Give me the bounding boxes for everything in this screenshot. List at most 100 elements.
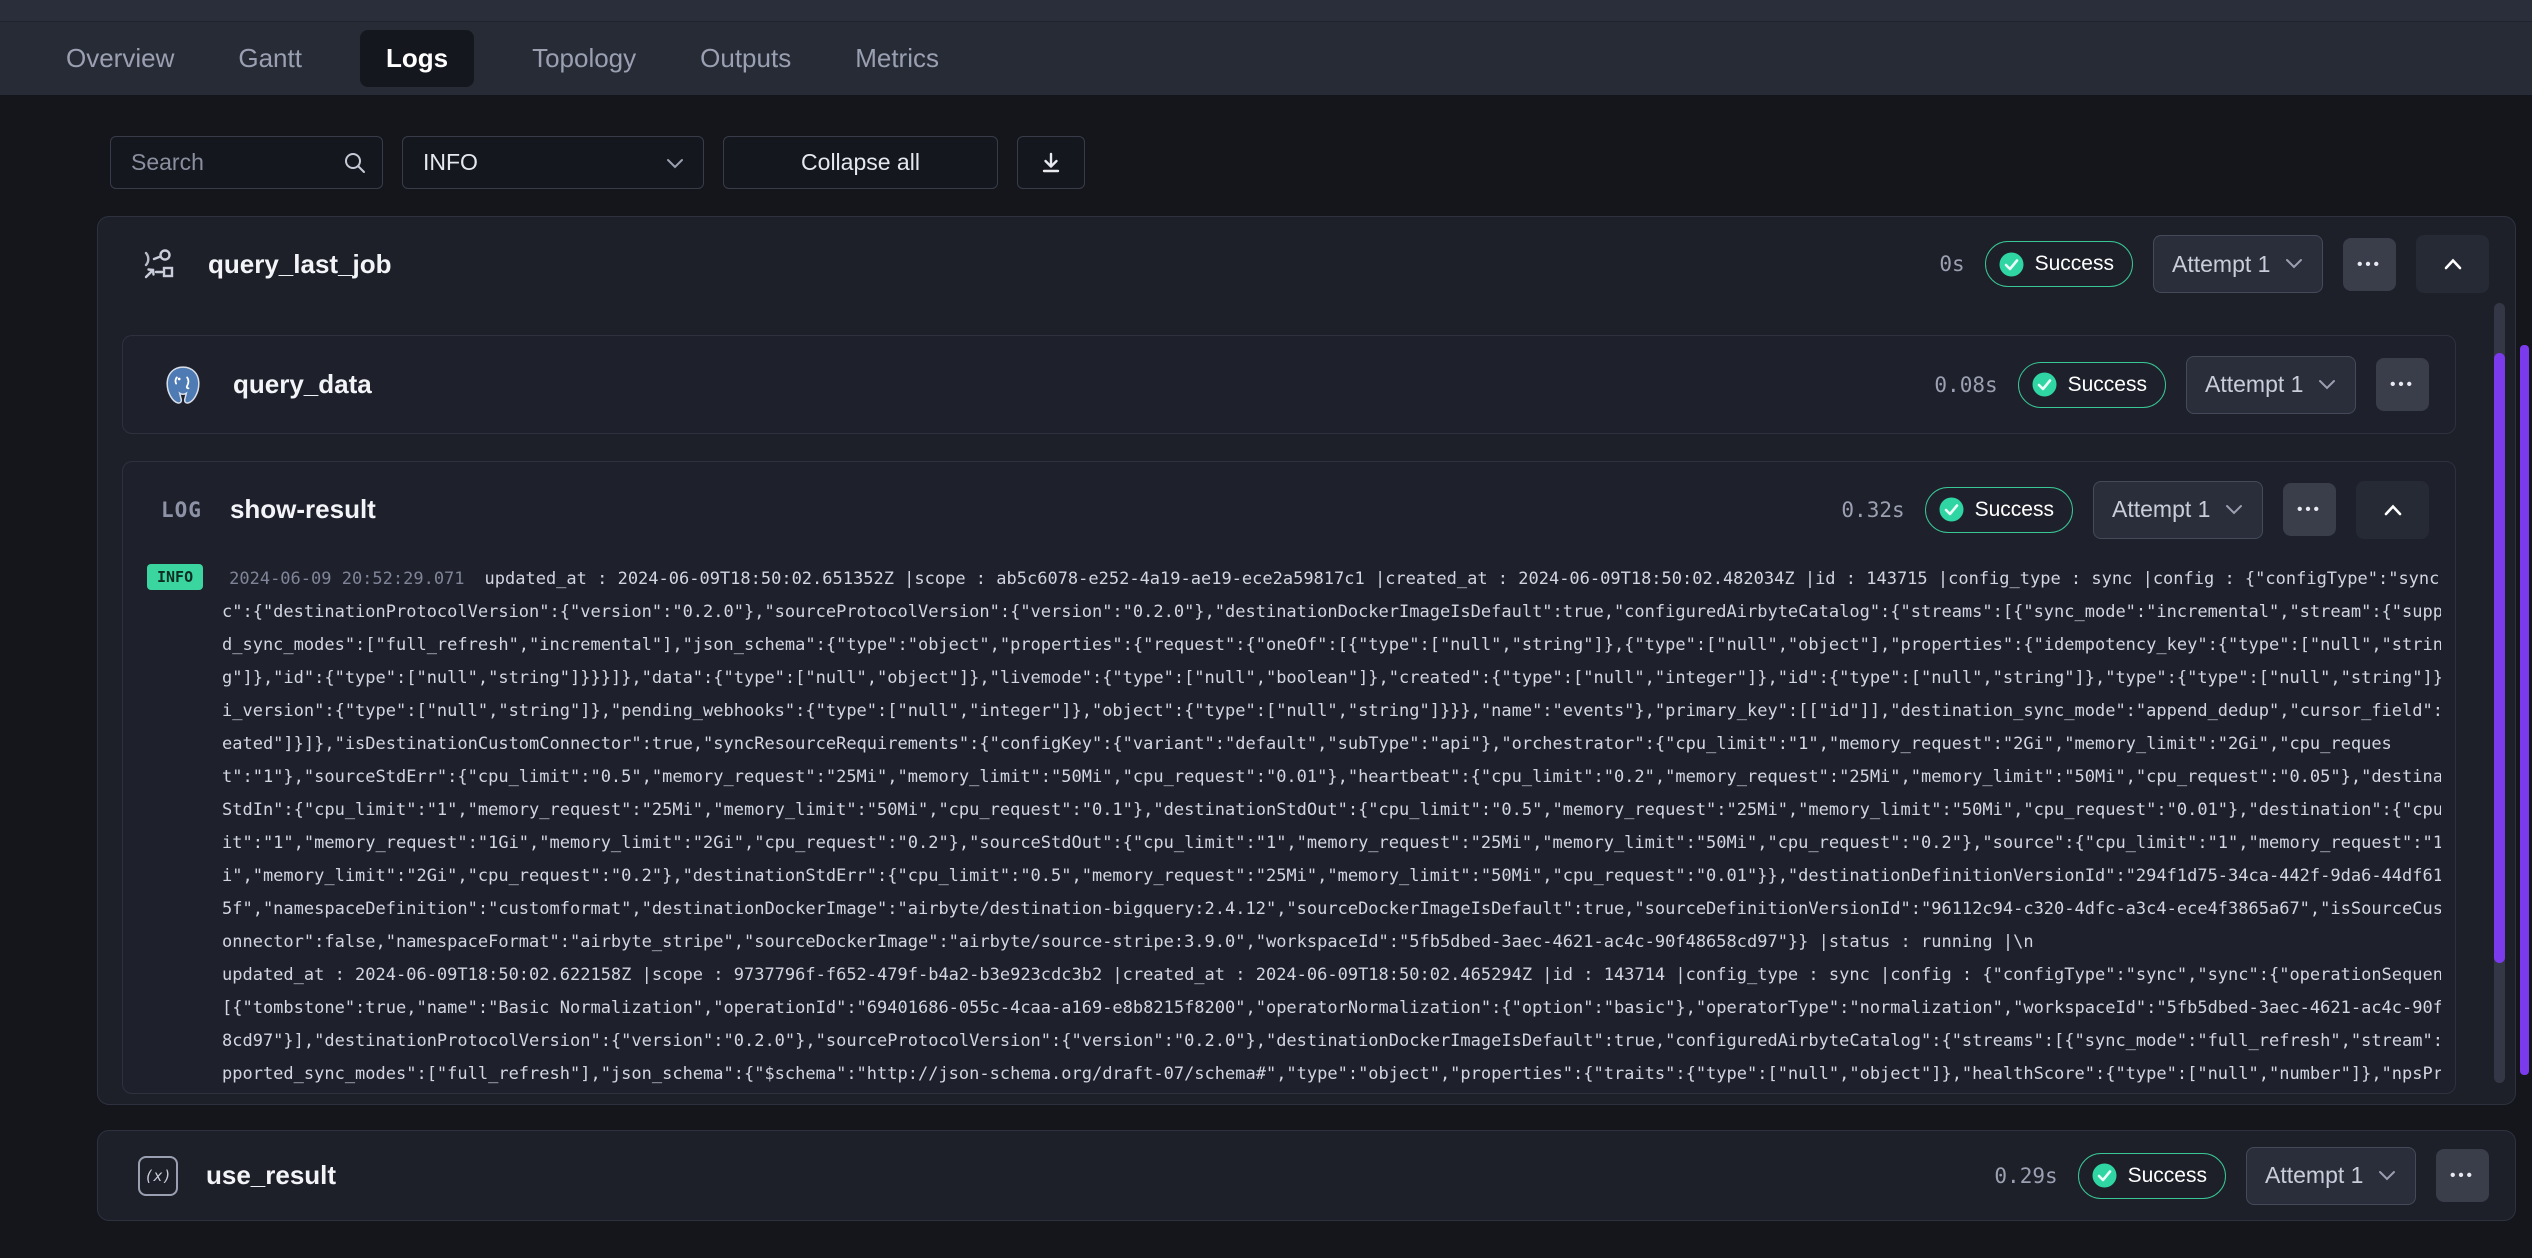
panel-header-query-last-job: query_last_job 0s Success Attempt 1 ••• <box>98 217 2515 311</box>
tab-gantt[interactable]: Gantt <box>232 30 308 87</box>
log-text: pported_sync_modes":["full_refresh"],"js… <box>222 1064 2441 1084</box>
tab-metrics[interactable]: Metrics <box>849 30 945 87</box>
log-line: d_sync_modes":["full_refresh","increment… <box>147 629 2441 662</box>
attempt-value: Attempt 1 <box>2172 251 2270 278</box>
log-line: [{"tombstone":true,"name":"Basic Normali… <box>147 992 2441 1025</box>
search-icon <box>342 150 368 176</box>
check-circle-icon <box>1938 496 1965 523</box>
ellipsis-icon: ••• <box>2390 376 2415 393</box>
attempt-value: Attempt 1 <box>2205 371 2303 398</box>
chevron-down-icon <box>2222 502 2246 518</box>
search-input-box[interactable] <box>110 136 383 189</box>
log-text: it":"1","memory_request":"1Gi","memory_l… <box>222 833 2441 853</box>
log-level-filter[interactable]: INFO <box>402 136 704 189</box>
attempt-value: Attempt 1 <box>2265 1162 2363 1189</box>
status-text: Success <box>2068 373 2147 397</box>
window-top-strip <box>0 0 2532 22</box>
panel-scrollbar-thumb[interactable] <box>2494 353 2505 963</box>
ellipsis-icon: ••• <box>2297 501 2322 518</box>
attempt-value: Attempt 1 <box>2112 496 2210 523</box>
log-line: 5f","namespaceDefinition":"customformat"… <box>147 893 2441 926</box>
attempt-select[interactable]: Attempt 1 <box>2246 1147 2416 1205</box>
tab-outputs[interactable]: Outputs <box>694 30 797 87</box>
more-options-button[interactable]: ••• <box>2376 358 2429 411</box>
log-text: 5f","namespaceDefinition":"customformat"… <box>222 899 2441 919</box>
panel-title: query_last_job <box>208 249 392 280</box>
log-text: c":{"destinationProtocolVersion":{"versi… <box>222 602 2441 622</box>
log-line: g"]},"id":{"type":["null","string"]}}}]}… <box>147 662 2441 695</box>
collapse-all-label: Collapse all <box>801 149 920 176</box>
top-nav: Overview Gantt Logs Topology Outputs Met… <box>0 0 2532 95</box>
postgresql-icon <box>161 363 205 407</box>
log-line-list: INFO2024-06-09 20:52:29.071updated_at : … <box>147 563 2441 1093</box>
log-line: erCount":{"type":["null","integer"]},"ac… <box>147 1091 2441 1093</box>
tab-topology[interactable]: Topology <box>526 30 642 87</box>
page-scrollbar-thumb[interactable] <box>2520 345 2529 1075</box>
duration-label: 0.08s <box>1934 373 1997 397</box>
status-badge: Success <box>1925 487 2073 533</box>
status-badge: Success <box>2078 1153 2226 1199</box>
more-options-button[interactable]: ••• <box>2436 1149 2489 1202</box>
function-icon: (x) <box>138 1156 178 1196</box>
task-panel-use-result: (x) use_result 0.29s Success Attempt 1 •… <box>97 1130 2516 1221</box>
tab-overview[interactable]: Overview <box>60 30 180 87</box>
log-text: i_version":{"type":["null","string"]},"p… <box>222 701 2441 721</box>
function-icon-label: (x) <box>144 1167 171 1185</box>
check-circle-icon <box>2031 371 2058 398</box>
log-text: g"]},"id":{"type":["null","string"]}}}]}… <box>222 668 2441 688</box>
more-options-button[interactable]: ••• <box>2283 483 2336 536</box>
duration-label: 0.29s <box>1994 1164 2057 1188</box>
download-logs-button[interactable] <box>1017 136 1085 189</box>
attempt-select[interactable]: Attempt 1 <box>2186 356 2356 414</box>
log-line: onnector":false,"namespaceFormat":"airby… <box>147 926 2441 959</box>
status-text: Success <box>2035 252 2114 276</box>
panel-title: query_data <box>233 369 372 400</box>
download-icon <box>1038 150 1064 176</box>
collapse-all-button[interactable]: Collapse all <box>723 136 998 189</box>
status-badge: Success <box>1985 241 2133 287</box>
log-timestamp: 2024-06-09 20:52:29.071 <box>229 569 464 589</box>
collapse-panel-button[interactable] <box>2416 235 2489 293</box>
log-line: updated_at : 2024-06-09T18:50:02.622158Z… <box>147 959 2441 992</box>
log-text: i","memory_limit":"2Gi","cpu_request":"0… <box>222 866 2441 886</box>
log-type-icon: LOG <box>161 498 202 522</box>
chevron-down-icon <box>2315 377 2339 393</box>
duration-label: 0s <box>1939 252 1964 276</box>
workflow-icon <box>138 243 180 285</box>
more-options-button[interactable]: ••• <box>2343 238 2396 291</box>
log-text: d_sync_modes":["full_refresh","increment… <box>222 635 2441 655</box>
attempt-select[interactable]: Attempt 1 <box>2153 235 2323 293</box>
collapse-panel-button[interactable] <box>2356 481 2429 539</box>
task-panel-show-result: LOG show-result 0.32s Success Attempt 1 … <box>122 461 2456 1094</box>
log-line: it":"1","memory_request":"1Gi","memory_l… <box>147 827 2441 860</box>
log-line: c":{"destinationProtocolVersion":{"versi… <box>147 596 2441 629</box>
log-text: 8cd97"}],"destinationProtocolVersion":{"… <box>222 1031 2441 1051</box>
chevron-down-icon <box>2375 1168 2399 1184</box>
log-text: [{"tombstone":true,"name":"Basic Normali… <box>222 998 2441 1018</box>
chevron-up-icon <box>2380 501 2406 519</box>
log-text: updated_at : 2024-06-09T18:50:02.651352Z… <box>485 569 2441 589</box>
nav-tab-bar: Overview Gantt Logs Topology Outputs Met… <box>60 21 945 95</box>
log-text: updated_at : 2024-06-09T18:50:02.622158Z… <box>222 965 2441 985</box>
check-circle-icon <box>1998 251 2025 278</box>
chevron-down-icon <box>663 156 687 172</box>
log-line: INFO2024-06-09 20:52:29.071updated_at : … <box>147 563 2441 596</box>
task-panel-query-last-job: query_last_job 0s Success Attempt 1 ••• <box>97 216 2516 1105</box>
log-text: eated"]}]},"isDestinationCustomConnector… <box>222 734 2392 754</box>
tab-logs[interactable]: Logs <box>360 30 474 87</box>
search-input[interactable] <box>129 148 333 177</box>
log-line: i","memory_limit":"2Gi","cpu_request":"0… <box>147 860 2441 893</box>
log-line: eated"]}]},"isDestinationCustomConnector… <box>147 728 2441 761</box>
status-text: Success <box>2128 1164 2207 1188</box>
log-line: t":"1"},"sourceStdErr":{"cpu_limit":"0.5… <box>147 761 2441 794</box>
duration-label: 0.32s <box>1841 498 1904 522</box>
panel-header-query-data: query_data 0.08s Success Attempt 1 ••• <box>123 336 2455 433</box>
log-text: onnector":false,"namespaceFormat":"airby… <box>222 932 2034 952</box>
panel-title: use_result <box>206 1160 336 1191</box>
log-level-filter-value: INFO <box>423 149 478 176</box>
check-circle-icon <box>2091 1162 2118 1189</box>
status-text: Success <box>1975 498 2054 522</box>
attempt-select[interactable]: Attempt 1 <box>2093 481 2263 539</box>
log-output-area[interactable]: INFO2024-06-09 20:52:29.071updated_at : … <box>147 557 2441 1093</box>
log-line: i_version":{"type":["null","string"]},"p… <box>147 695 2441 728</box>
